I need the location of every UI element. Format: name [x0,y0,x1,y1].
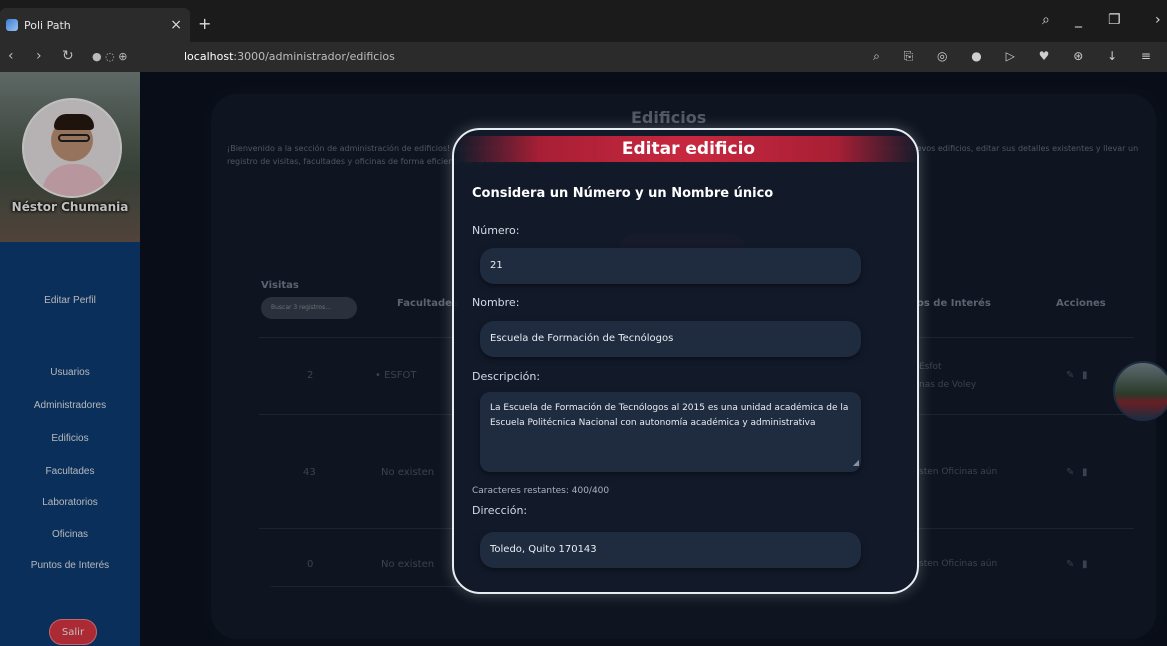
direccion-label: Dirección: [472,504,528,517]
window-close-icon[interactable]: › [1155,12,1161,28]
browser-search-icon[interactable]: ⌕ [1042,12,1050,28]
character-counter: Caracteres restantes: 400/400 [472,486,610,496]
restore-icon[interactable]: ❐ [1108,12,1121,28]
nombre-field[interactable]: Escuela de Formación de Tecnólogos [480,321,861,357]
location-icon[interactable]: ● ◌ ⊕ [92,50,127,63]
direccion-field[interactable]: Toledo, Quito 170143 [480,532,861,568]
url-path: :3000/administrador/edificios [233,50,395,63]
browser-tabbar: Poli Path × + ⌕ _ ❐ › [0,0,1167,42]
descripcion-field[interactable]: La Escuela de Formación de Tecnólogos al… [480,392,861,472]
app-page: Edificios ¡Bienvenido a la sección de ad… [0,72,1167,646]
numero-field[interactable]: 21 [480,248,861,284]
resize-handle-icon[interactable]: ◢ [853,455,859,470]
minimize-icon[interactable]: _ [1075,12,1082,28]
reload-icon[interactable]: ↻ [62,48,74,64]
address-bar: ‹ › ↻ ● ◌ ⊕ localhost:3000/administrador… [0,42,1167,72]
url-field[interactable]: localhost:3000/administrador/edificios [184,50,395,63]
browser-tab[interactable]: Poli Path × [0,8,190,42]
close-tab-icon[interactable]: × [170,17,182,33]
descripcion-label: Descripción: [472,370,541,383]
modal-subtitle: Considera un Número y un Nombre único [472,186,774,201]
tab-title: Poli Path [24,18,71,32]
url-host: localhost [184,50,234,63]
browser-toolbar-icons[interactable]: ⌕ ⎘ ◎ ● ▷ ♥ ⊛ ↓ ≡ [873,49,1161,64]
nombre-label: Nombre: [472,296,520,309]
forward-icon[interactable]: › [36,48,42,64]
new-tab-icon[interactable]: + [198,14,211,33]
back-icon[interactable]: ‹ [8,48,14,64]
numero-label: Número: [472,224,520,237]
modal-title: Editar edificio [457,136,917,162]
edit-building-modal: Editar edificio Considera un Número y un… [452,128,919,594]
favicon-icon [6,19,18,31]
descripcion-text: La Escuela de Formación de Tecnólogos al… [490,403,849,428]
